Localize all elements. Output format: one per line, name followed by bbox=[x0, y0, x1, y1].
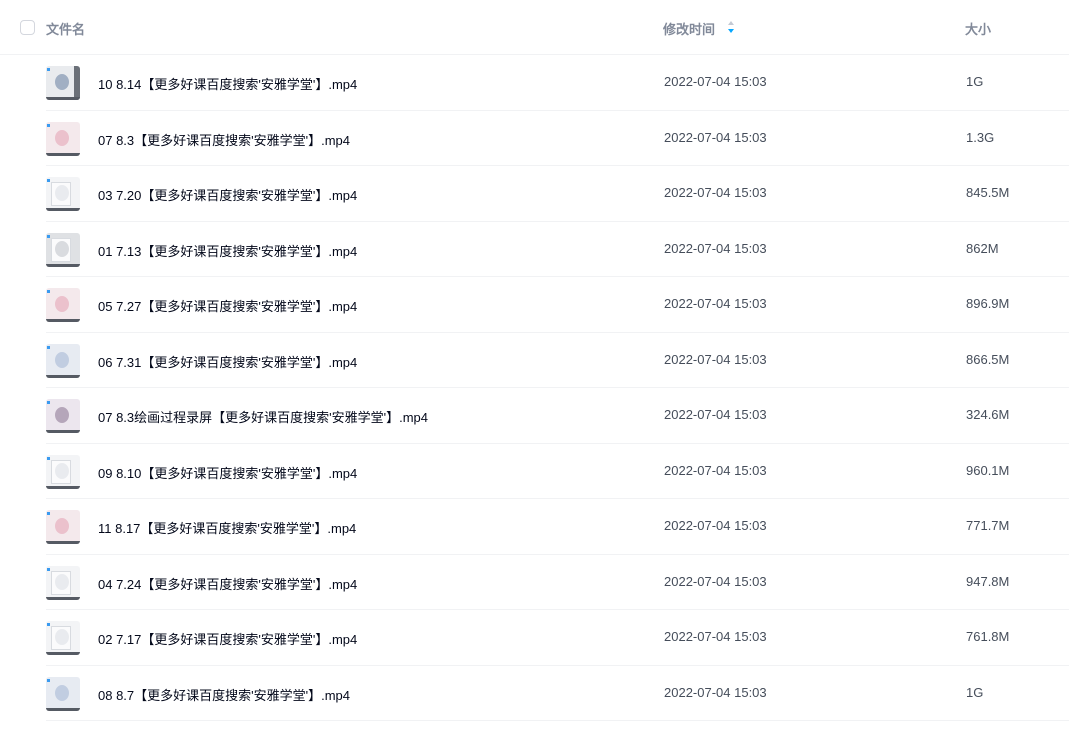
file-row[interactable]: 04 7.24【更多好课百度搜索'安雅学堂'】.mp4 2022-07-04 15… bbox=[0, 555, 1069, 610]
file-row[interactable]: 03 7.20【更多好课百度搜索'安雅学堂'】.mp4 2022-07-04 15… bbox=[0, 166, 1069, 222]
file-size: 862M bbox=[966, 240, 999, 256]
file-modified-time: 2022-07-04 15:03 bbox=[664, 462, 767, 478]
file-row[interactable]: 08 8.7【更多好课百度搜索'安雅学堂'】.mp4 2022-07-04 15:… bbox=[0, 666, 1069, 721]
file-row[interactable]: 07 8.3绘画过程录屏【更多好课百度搜索'安雅学堂'】.mp4 2022-07-… bbox=[0, 388, 1069, 444]
file-name[interactable]: 09 8.10【更多好课百度搜索'安雅学堂'】.mp4 bbox=[98, 463, 357, 482]
file-size: 896.9M bbox=[966, 296, 1010, 311]
video-thumbnail[interactable] bbox=[46, 399, 80, 433]
file-size: 960.1M bbox=[966, 462, 1010, 478]
file-name[interactable]: 03 7.20【更多好课百度搜索'安雅学堂'】.mp4 bbox=[98, 185, 357, 204]
file-modified-time: 2022-07-04 15:03 bbox=[664, 518, 767, 533]
video-thumbnail[interactable] bbox=[46, 510, 80, 544]
file-name[interactable]: 07 8.3【更多好课百度搜索'安雅学堂'】.mp4 bbox=[98, 130, 350, 149]
video-thumbnail[interactable] bbox=[46, 454, 80, 489]
file-size: 761.8M bbox=[966, 629, 1010, 644]
file-modified-time: 2022-07-04 15:03 bbox=[664, 185, 767, 200]
file-name[interactable]: 01 7.13【更多好课百度搜索'安雅学堂'】.mp4 bbox=[98, 241, 357, 260]
column-header-size[interactable]: 大小 bbox=[965, 19, 991, 38]
file-row[interactable]: 11 8.17【更多好课百度搜索'安雅学堂'】.mp4 2022-07-04 15… bbox=[0, 499, 1069, 555]
column-header-name[interactable]: 文件名 bbox=[46, 19, 85, 38]
file-row[interactable]: 05 7.27【更多好课百度搜索'安雅学堂'】.mp4 2022-07-04 15… bbox=[0, 277, 1069, 333]
file-size: 845.5M bbox=[966, 185, 1010, 200]
file-name[interactable]: 02 7.17【更多好课百度搜索'安雅学堂'】.mp4 bbox=[98, 629, 357, 648]
column-header-modified-time[interactable]: 修改时间 bbox=[663, 19, 715, 38]
file-size: 866.5M bbox=[966, 351, 1010, 367]
file-name[interactable]: 10 8.14【更多好课百度搜索'安雅学堂'】.mp4 bbox=[98, 74, 357, 93]
file-size: 1.3G bbox=[966, 129, 995, 145]
file-size: 1G bbox=[966, 74, 984, 89]
file-row[interactable]: 06 7.31【更多好课百度搜索'安雅学堂'】.mp4 2022-07-04 15… bbox=[0, 333, 1069, 388]
file-size: 324.6M bbox=[966, 407, 1010, 422]
file-modified-time: 2022-07-04 15:03 bbox=[664, 684, 767, 700]
file-name[interactable]: 05 7.27【更多好课百度搜索'安雅学堂'】.mp4 bbox=[98, 296, 357, 315]
row-divider bbox=[46, 720, 1069, 721]
video-thumbnail[interactable] bbox=[46, 676, 80, 711]
file-modified-time: 2022-07-04 15:03 bbox=[664, 573, 767, 589]
file-modified-time: 2022-07-04 15:03 bbox=[664, 629, 767, 644]
file-row[interactable]: 10 8.14【更多好课百度搜索'安雅学堂'】.mp4 2022-07-04 15… bbox=[0, 55, 1069, 111]
file-modified-time: 2022-07-04 15:03 bbox=[664, 351, 767, 367]
video-thumbnail[interactable] bbox=[46, 232, 80, 267]
file-row[interactable]: 01 7.13【更多好课百度搜索'安雅学堂'】.mp4 2022-07-04 15… bbox=[0, 222, 1069, 277]
file-name[interactable]: 04 7.24【更多好课百度搜索'安雅学堂'】.mp4 bbox=[98, 574, 357, 593]
file-size: 947.8M bbox=[966, 573, 1010, 589]
file-name[interactable]: 07 8.3绘画过程录屏【更多好课百度搜索'安雅学堂'】.mp4 bbox=[98, 407, 428, 426]
file-row[interactable]: 07 8.3【更多好课百度搜索'安雅学堂'】.mp4 2022-07-04 15:… bbox=[0, 111, 1069, 166]
video-thumbnail[interactable] bbox=[46, 565, 80, 600]
file-size: 1G bbox=[966, 684, 984, 700]
video-thumbnail[interactable] bbox=[46, 177, 80, 211]
file-row[interactable]: 09 8.10【更多好课百度搜索'安雅学堂'】.mp4 2022-07-04 15… bbox=[0, 444, 1069, 499]
select-all-checkbox[interactable] bbox=[20, 20, 35, 35]
file-modified-time: 2022-07-04 15:03 bbox=[664, 74, 767, 89]
file-list-header: 文件名 修改时间 大小 bbox=[0, 0, 1069, 55]
file-name[interactable]: 06 7.31【更多好课百度搜索'安雅学堂'】.mp4 bbox=[98, 352, 357, 371]
file-name[interactable]: 11 8.17【更多好课百度搜索'安雅学堂'】.mp4 bbox=[98, 518, 356, 537]
file-modified-time: 2022-07-04 15:03 bbox=[664, 407, 767, 422]
file-size: 771.7M bbox=[966, 518, 1010, 533]
video-thumbnail[interactable] bbox=[46, 343, 80, 378]
sort-icon[interactable] bbox=[727, 20, 735, 34]
file-modified-time: 2022-07-04 15:03 bbox=[664, 240, 767, 256]
file-name[interactable]: 08 8.7【更多好课百度搜索'安雅学堂'】.mp4 bbox=[98, 685, 350, 704]
video-thumbnail[interactable] bbox=[46, 621, 80, 655]
video-thumbnail[interactable] bbox=[46, 66, 80, 100]
file-modified-time: 2022-07-04 15:03 bbox=[664, 129, 767, 145]
file-row[interactable]: 02 7.17【更多好课百度搜索'安雅学堂'】.mp4 2022-07-04 15… bbox=[0, 610, 1069, 666]
file-modified-time: 2022-07-04 15:03 bbox=[664, 296, 767, 311]
video-thumbnail[interactable] bbox=[46, 288, 80, 322]
video-thumbnail[interactable] bbox=[46, 121, 80, 156]
